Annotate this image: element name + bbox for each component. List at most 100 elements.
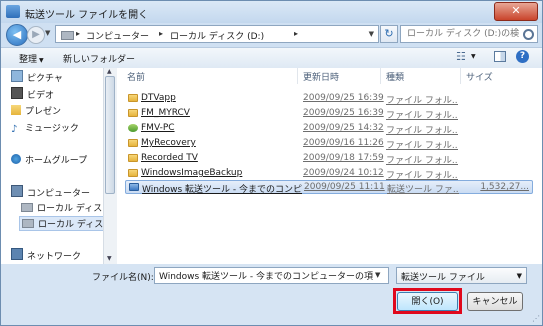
file-row[interactable]: FMV-PC 2009/09/25 14:32 ファイル フォル... (125, 122, 533, 136)
homegroup-icon (11, 154, 21, 164)
file-date: 2009/09/25 14:32 (303, 123, 384, 133)
folder-icon (128, 109, 138, 117)
file-date: 2009/09/25 11:11 (304, 182, 385, 192)
organize-label: 整理 (19, 55, 38, 65)
computer-icon (11, 185, 23, 197)
forward-button[interactable]: ▶ (27, 26, 45, 44)
organize-button[interactable]: 整理 ▼ (19, 52, 44, 65)
column-divider[interactable] (297, 68, 298, 84)
file-type: 転送ツール ファ... (387, 185, 459, 195)
nav-item-label: ローカル ディス (38, 220, 103, 230)
nav-item-presentation[interactable]: プレゼン (11, 104, 61, 117)
drive-icon (61, 31, 74, 40)
file-list: 名前 更新日時 種類 サイズ DTVapp 2009/09/25 16:39 ファイ… (117, 68, 542, 264)
navigation-bar: ◀ ▶ ▼ ▸ コンピューター ▸ ローカル ディスク (D:) ▸ ▼ ↻ (1, 23, 542, 47)
transfer-file-icon (129, 183, 139, 191)
file-row[interactable]: WindowsImageBackup 2009/09/24 10:12 ファイル フ… (125, 167, 533, 181)
presentation-folder-icon (11, 105, 21, 115)
column-header-type[interactable]: 種類 (386, 70, 404, 83)
file-type: ファイル フォル... (386, 141, 458, 151)
nav-item-local-disk-d[interactable]: ローカル ディス (19, 216, 103, 231)
preview-pane-icon[interactable] (494, 51, 506, 62)
file-row[interactable]: FM_MYRCV 2009/09/25 16:39 ファイル フォル... (125, 107, 533, 121)
nav-item-label: ネットワーク (27, 252, 82, 262)
nav-item-label: コンピューター (27, 189, 91, 199)
filename-history-dropdown[interactable]: ▼ (375, 271, 380, 279)
file-date: 2009/09/25 16:39 (303, 108, 384, 118)
address-bar[interactable]: ▸ コンピューター ▸ ローカル ディスク (D:) ▸ ▼ (55, 25, 379, 43)
drive-icon (22, 219, 34, 228)
change-view-icon[interactable]: ☷ (456, 51, 468, 62)
nav-item-videos[interactable]: ビデオ (11, 87, 54, 101)
network-icon (11, 248, 23, 260)
search-icon[interactable] (523, 29, 534, 40)
file-row[interactable]: MyRecovery 2009/09/16 11:26 ファイル フォル... (125, 137, 533, 151)
nav-item-label: ビデオ (27, 91, 55, 101)
file-name: MyRecovery (141, 138, 196, 148)
search-box[interactable] (400, 25, 538, 43)
nav-item-label: ホームグループ (25, 156, 88, 166)
nav-item-network[interactable]: ネットワーク (11, 248, 81, 262)
open-button[interactable]: 開く(O) (397, 292, 458, 311)
nav-item-label: プレゼン (25, 107, 62, 117)
folder-icon (128, 94, 138, 102)
videos-icon (11, 87, 23, 99)
drive-icon (21, 203, 33, 212)
navigation-pane-scrollbar[interactable]: ▲ ▼ (103, 68, 117, 264)
breadcrumb-computer[interactable]: コンピューター (86, 29, 149, 42)
view-options-dropdown[interactable]: ▼ (471, 53, 476, 60)
nav-item-label: ピクチャ (27, 74, 63, 84)
cancel-button[interactable]: キャンセル (467, 292, 523, 311)
file-name: Recorded TV (141, 153, 198, 163)
scrollbar-thumb[interactable] (105, 76, 115, 194)
search-input[interactable] (405, 28, 521, 40)
command-toolbar: 整理 ▼ 新しいフォルダー ☷ ▼ ? (1, 47, 542, 69)
column-divider[interactable] (380, 68, 381, 84)
nav-item-local-disk-c[interactable]: ローカル ディス (21, 201, 102, 214)
filename-input[interactable] (154, 267, 389, 284)
scroll-up-icon[interactable]: ▲ (107, 68, 112, 75)
scroll-down-icon[interactable]: ▼ (107, 255, 112, 262)
file-name: FM_MYRCV (141, 108, 190, 118)
transfer-tool-icon (6, 5, 20, 18)
file-row-selected[interactable]: Windows 転送ツール - 今までのコンピ... 2009/09/25 11:… (125, 180, 533, 195)
folder-icon (128, 169, 138, 177)
file-date: 2009/09/18 17:59 (303, 153, 384, 163)
nav-item-pictures[interactable]: ピクチャ (11, 70, 63, 84)
filetype-value: 転送ツール ファイル (401, 273, 485, 283)
filename-label: ファイル名(N): (92, 273, 154, 283)
file-name: Windows 転送ツール - 今までのコンピ... (142, 185, 302, 195)
file-name: DTVapp (141, 93, 176, 103)
column-header-size[interactable]: サイズ (466, 70, 493, 83)
column-header-date[interactable]: 更新日時 (303, 70, 339, 83)
folder-icon (128, 154, 138, 162)
breadcrumb-chevron-icon[interactable]: ▸ (76, 29, 80, 38)
file-row[interactable]: Recorded TV 2009/09/18 17:59 ファイル フォル... (125, 152, 533, 166)
file-type: ファイル フォル... (386, 96, 458, 106)
file-name: WindowsImageBackup (141, 168, 243, 178)
nav-item-music[interactable]: ♪ ミュージック (11, 121, 79, 135)
navigation-pane: ピクチャ ビデオ プレゼン ♪ ミュージック ホームグループ コンピューター ロー… (1, 68, 103, 264)
column-header-name[interactable]: 名前 (127, 70, 145, 83)
file-row[interactable]: DTVapp 2009/09/25 16:39 ファイル フォル... (125, 92, 533, 106)
breadcrumb-local-disk[interactable]: ローカル ディスク (D:) (170, 29, 264, 42)
nav-item-homegroup[interactable]: ホームグループ (11, 153, 87, 166)
file-date: 2009/09/25 16:39 (303, 93, 384, 103)
file-type: ファイル フォル... (386, 126, 458, 136)
breadcrumb-chevron-icon[interactable]: ▸ (159, 29, 163, 38)
filetype-select[interactable]: 転送ツール ファイル ▼ (396, 267, 527, 284)
recent-locations-dropdown[interactable]: ▼ (45, 29, 50, 37)
window-title: 転送ツール ファイルを開く (25, 10, 149, 21)
breadcrumb-chevron-icon[interactable]: ▸ (294, 29, 298, 38)
resize-grip-icon[interactable]: ⋰ (532, 314, 540, 323)
new-folder-button[interactable]: 新しいフォルダー (63, 52, 135, 65)
column-divider[interactable] (460, 68, 461, 84)
back-button[interactable]: ◀ (6, 24, 28, 46)
music-icon: ♪ (11, 124, 18, 135)
nav-item-computer[interactable]: コンピューター (11, 185, 90, 199)
file-date: 2009/09/16 11:26 (303, 138, 384, 148)
help-icon[interactable]: ? (516, 50, 529, 63)
close-button[interactable]: ✕ (494, 2, 538, 21)
refresh-button[interactable]: ↻ (380, 25, 398, 43)
address-history-dropdown[interactable]: ▼ (369, 30, 374, 38)
